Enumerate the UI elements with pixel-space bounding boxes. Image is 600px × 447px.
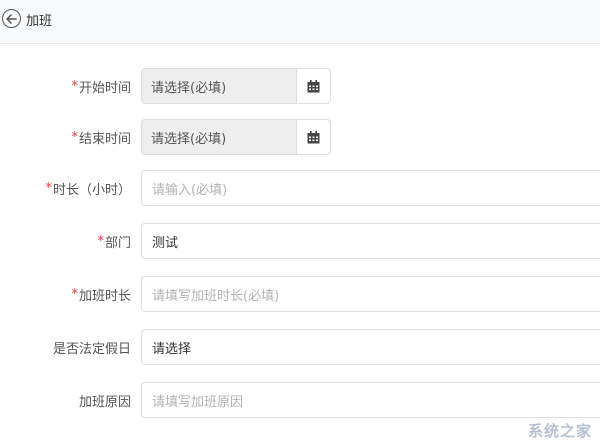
department-row: * 部门 测试: [0, 223, 600, 259]
watermark-logo: 系统之家: [527, 422, 592, 440]
reason-row: 加班原因 请填写加班原因: [0, 382, 600, 418]
reason-placeholder: 请填写加班原因: [152, 394, 244, 410]
reason-input[interactable]: 请填写加班原因: [141, 382, 600, 418]
back-arrow-icon[interactable]: [2, 9, 21, 28]
holiday-value: 请选择: [152, 341, 192, 357]
page-header: 加班: [0, 0, 600, 44]
duration-placeholder: 请输入(必填): [152, 182, 228, 198]
start-time-row: * 开始时间 请选择(必填): [0, 68, 600, 104]
start-time-value: 请选择(必填): [151, 80, 227, 96]
duration-input[interactable]: 请输入(必填): [141, 170, 600, 206]
start-time-label: * 开始时间: [71, 78, 131, 96]
required-mark: *: [71, 129, 78, 145]
duration-label: * 时长（小时）: [45, 180, 131, 198]
holiday-select[interactable]: 请选择: [141, 329, 600, 365]
reason-label: 加班原因: [78, 394, 131, 410]
department-field[interactable]: 测试: [141, 223, 600, 259]
department-label: * 部门: [97, 233, 131, 251]
holiday-label: 是否法定假日: [52, 341, 131, 357]
required-mark: *: [71, 286, 78, 302]
required-mark: *: [97, 233, 104, 249]
required-mark: *: [45, 180, 52, 196]
department-value: 测试: [152, 235, 179, 251]
end-time-picker[interactable]: 请选择(必填): [141, 119, 331, 155]
end-time-row: * 结束时间 请选择(必填): [0, 119, 600, 155]
calendar-icon[interactable]: [296, 69, 330, 103]
ot-hours-placeholder: 请填写加班时长(必填): [152, 288, 280, 304]
ot-hours-label: * 加班时长: [71, 286, 131, 304]
ot-hours-row: * 加班时长 请填写加班时长(必填): [0, 276, 600, 312]
calendar-icon[interactable]: [296, 120, 330, 154]
ot-hours-input[interactable]: 请填写加班时长(必填): [141, 276, 600, 312]
end-time-label: * 结束时间: [71, 129, 131, 147]
page-title: 加班: [26, 14, 53, 29]
holiday-row: 是否法定假日 请选择: [0, 329, 600, 365]
required-mark: *: [71, 78, 78, 94]
start-time-picker[interactable]: 请选择(必填): [141, 68, 331, 104]
duration-row: * 时长（小时） 请输入(必填): [0, 170, 600, 206]
end-time-value: 请选择(必填): [151, 131, 227, 147]
